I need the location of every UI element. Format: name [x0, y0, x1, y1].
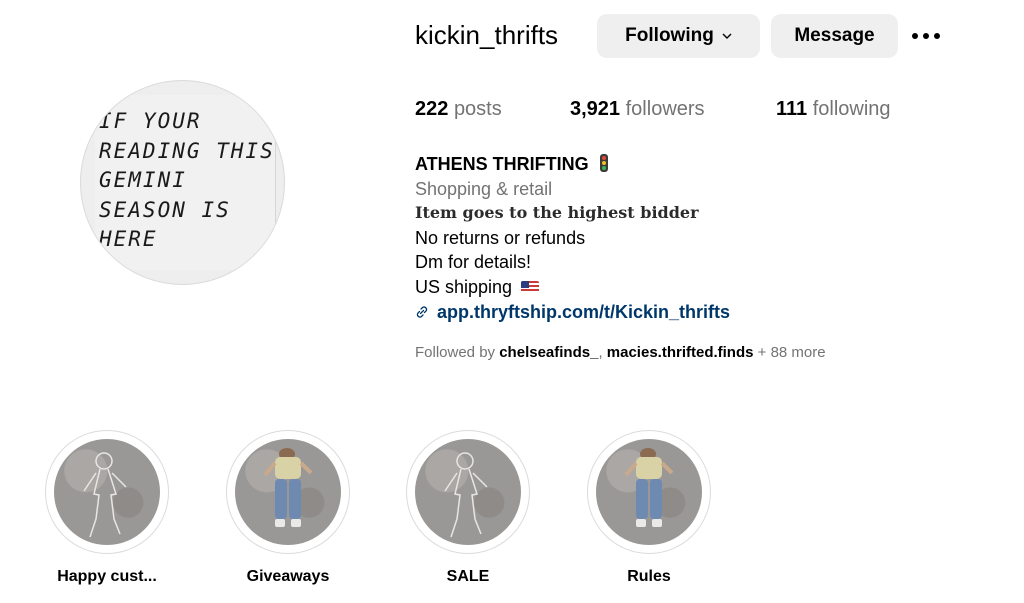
following-stat[interactable]: 111 following — [776, 98, 891, 121]
us-flag-icon — [521, 280, 540, 293]
avatar-text-line: HERE — [99, 227, 158, 251]
profile-avatar[interactable]: IF YOUR READING THIS GEMINI SEASON IS HE… — [80, 80, 285, 285]
chalk-outline-icon — [444, 452, 488, 538]
followed-by-separator: , — [598, 344, 603, 361]
bio-line: US shipping — [415, 276, 513, 297]
followers-count: 3,921 — [570, 98, 621, 120]
follower-username[interactable]: macies.thrifted.finds — [607, 344, 754, 361]
person-lying-icon — [624, 448, 674, 527]
follower-username[interactable]: chelseafinds_ — [499, 344, 598, 361]
following-button-label: Following — [625, 25, 714, 46]
highlight-cover — [235, 439, 341, 545]
bio-name: ATHENS THRIFTING — [415, 154, 589, 174]
highlight-label: Giveaways — [246, 568, 330, 585]
highlight-ring — [406, 430, 530, 554]
following-button[interactable]: Following — [597, 14, 760, 58]
bio-category[interactable]: Shopping & retail — [415, 177, 730, 202]
bio-link-text: app.thryftship.com/t/Kickin_thrifts — [437, 301, 731, 322]
person-lying-icon — [263, 448, 313, 527]
following-count: 111 — [776, 98, 808, 120]
story-highlight[interactable]: Happy cust... — [45, 430, 169, 586]
bio-line: Item goes to the highest bidder — [415, 203, 699, 223]
highlight-label: Rules — [627, 568, 671, 585]
avatar-text-line: READING THIS — [99, 138, 275, 163]
chevron-down-icon — [722, 33, 732, 39]
highlight-ring — [587, 430, 711, 554]
followed-by-more: + 88 more — [757, 344, 826, 361]
following-stat-label: following — [812, 98, 891, 120]
avatar-text-line: IF YOUR — [99, 109, 202, 133]
avatar-text: IF YOUR READING THIS GEMINI SEASON IS HE… — [99, 107, 279, 255]
profile-bio: ATHENS THRIFTING Shopping & retail Item … — [415, 152, 730, 324]
story-highlight[interactable]: SALE — [406, 430, 530, 586]
story-highlight[interactable]: Giveaways — [226, 430, 350, 586]
profile-username: kickin_thrifts — [415, 20, 559, 50]
followers-stat[interactable]: 3,921 followers — [570, 98, 705, 121]
more-options-icon[interactable] — [912, 26, 952, 46]
bio-line: Dm for details! — [415, 252, 532, 273]
avatar-text-line: SEASON IS — [99, 197, 231, 222]
bio-line: No returns or refunds — [415, 227, 586, 248]
story-highlight[interactable]: Rules — [587, 430, 711, 586]
posts-stat: 222 posts — [415, 98, 502, 121]
highlight-cover — [596, 439, 702, 545]
highlight-label: SALE — [446, 568, 490, 585]
chalk-outline-icon — [83, 452, 127, 538]
highlight-ring — [45, 430, 169, 554]
posts-label: posts — [453, 98, 502, 120]
followed-by-prefix: Followed by — [415, 344, 496, 361]
highlight-cover — [415, 439, 521, 545]
posts-count: 222 — [415, 98, 449, 120]
bio-link[interactable]: app.thryftship.com/t/Kickin_thrifts — [415, 300, 730, 325]
followers-label: followers — [625, 98, 705, 120]
traffic-light-icon — [599, 154, 608, 172]
followed-by[interactable]: Followed by chelseafinds_, macies.thrift… — [415, 344, 826, 361]
highlight-label: Happy cust... — [57, 568, 157, 585]
link-icon — [416, 306, 428, 318]
message-button[interactable]: Message — [771, 14, 898, 58]
highlight-cover — [54, 439, 160, 545]
avatar-text-line: GEMINI — [99, 168, 187, 192]
highlight-ring — [226, 430, 350, 554]
